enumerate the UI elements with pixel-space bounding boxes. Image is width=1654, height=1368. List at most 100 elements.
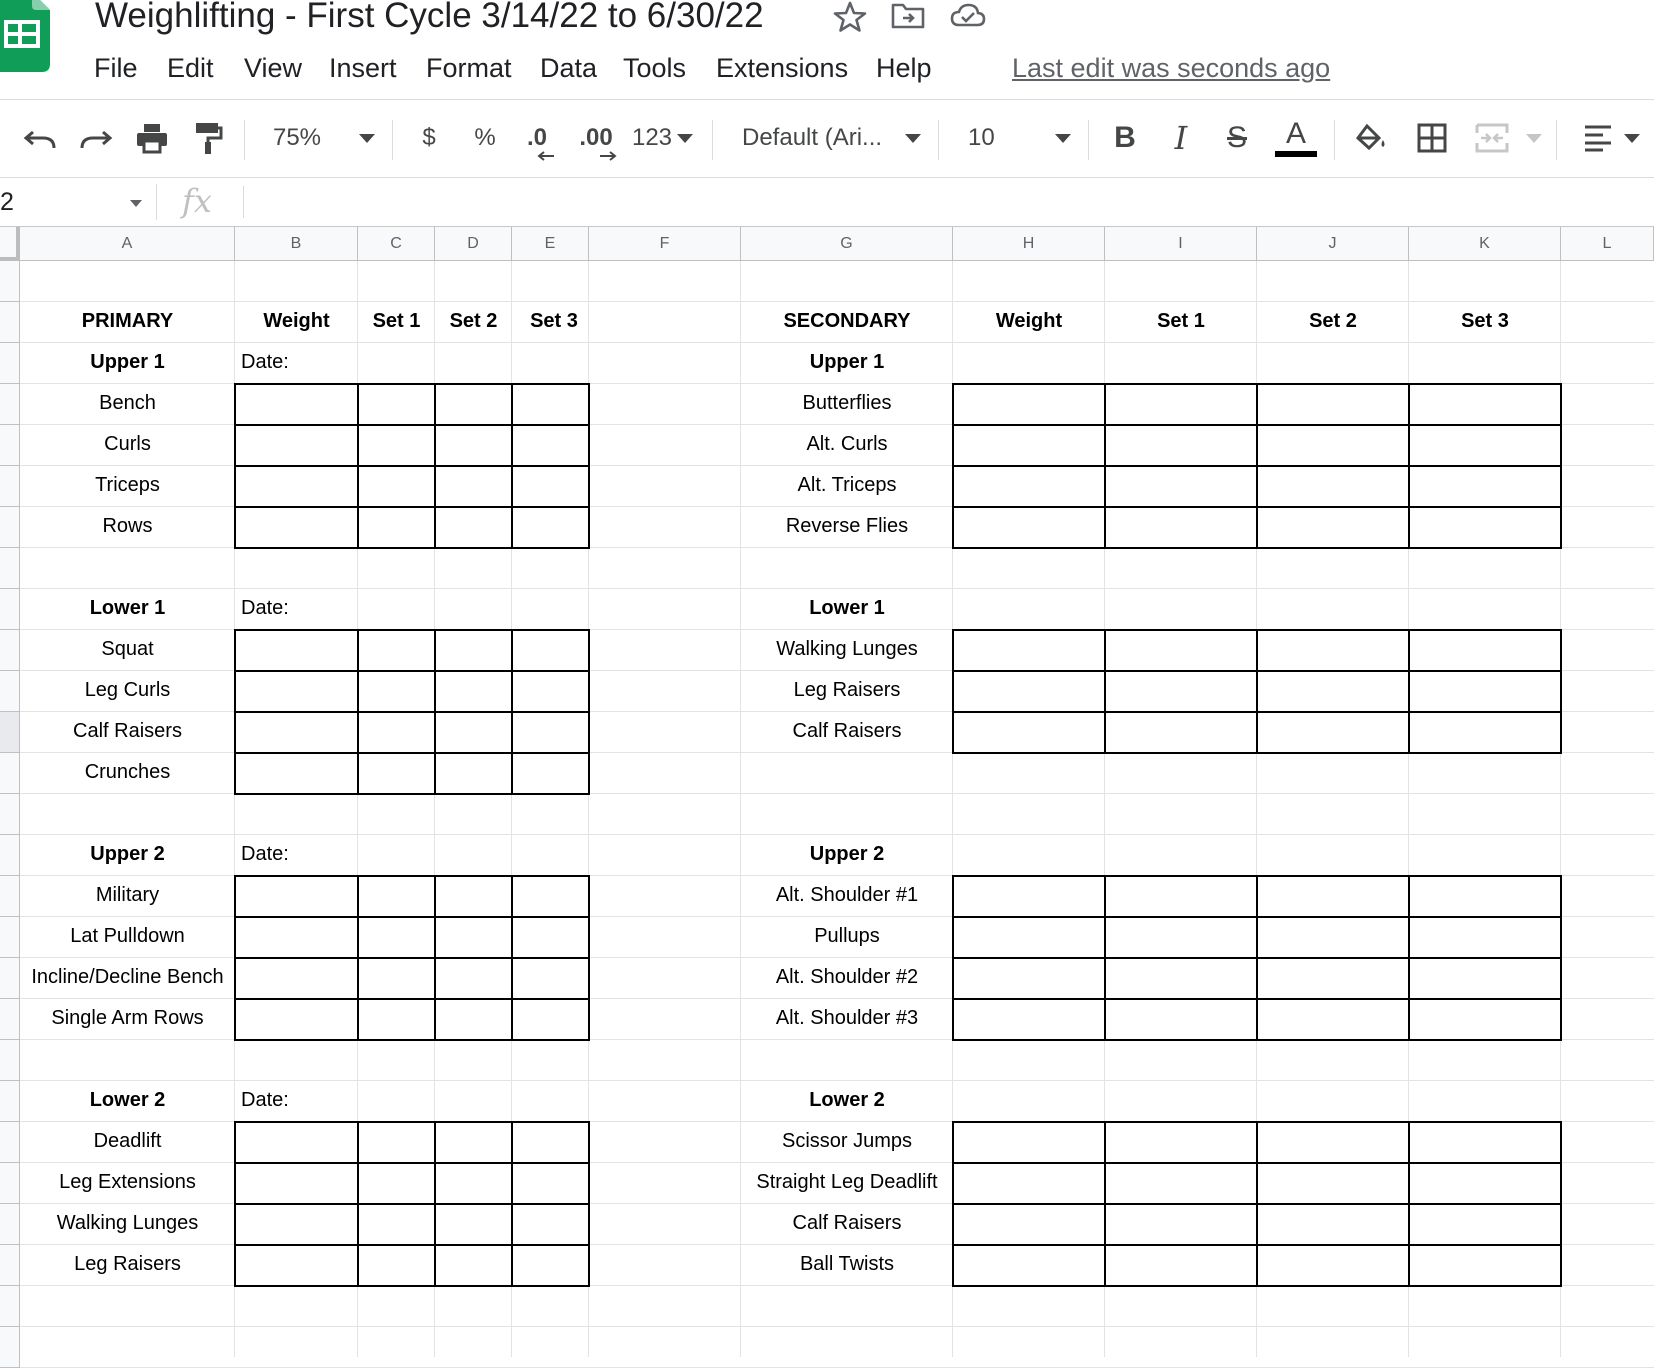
row-header[interactable]	[0, 671, 20, 712]
column-header-k[interactable]: K	[1409, 227, 1561, 261]
move-to-folder-icon[interactable]	[890, 0, 926, 32]
zoom-dropdown-icon[interactable]	[352, 114, 382, 162]
exercise-cell[interactable]: Curls	[20, 432, 235, 456]
row-header[interactable]	[0, 999, 20, 1040]
row-header[interactable]	[0, 384, 20, 425]
exercise-cell[interactable]: Leg Raisers	[20, 1252, 235, 1276]
exercise-cell[interactable]: Scissor Jumps	[741, 1129, 953, 1153]
row-header[interactable]	[0, 876, 20, 917]
row-header[interactable]	[0, 261, 20, 302]
exercise-cell[interactable]: Reverse Flies	[741, 514, 953, 538]
more-formats-button[interactable]: 123	[630, 114, 674, 162]
last-edit-link[interactable]: Last edit was seconds ago	[1012, 48, 1330, 88]
exercise-cell[interactable]: Pullups	[741, 924, 953, 948]
exercise-cell[interactable]: Leg Extensions	[20, 1170, 235, 1194]
strikethrough-button[interactable]: S	[1220, 114, 1254, 162]
exercise-cell[interactable]: Incline/Decline Bench	[20, 965, 235, 989]
star-icon[interactable]	[832, 0, 868, 32]
exercise-cell[interactable]: Calf Raisers	[741, 719, 953, 743]
name-box-dropdown-icon[interactable]	[130, 200, 142, 207]
exercise-cell[interactable]: Alt. Triceps	[741, 473, 953, 497]
exercise-cell[interactable]: Calf Raisers	[741, 1211, 953, 1235]
row-header[interactable]	[0, 1081, 20, 1122]
currency-format-button[interactable]: $	[414, 114, 444, 162]
exercise-cell[interactable]: Alt. Curls	[741, 432, 953, 456]
sheets-logo[interactable]	[0, 0, 50, 72]
row-header[interactable]	[0, 1122, 20, 1163]
undo-icon[interactable]	[20, 114, 60, 162]
row-header[interactable]	[0, 343, 20, 384]
row-header[interactable]	[0, 835, 20, 876]
exercise-cell[interactable]: Butterflies	[741, 391, 953, 415]
row-header[interactable]	[0, 1204, 20, 1245]
cloud-saved-icon[interactable]	[950, 0, 986, 32]
exercise-cell[interactable]: Walking Lunges	[741, 637, 953, 661]
exercise-cell[interactable]: Ball Twists	[741, 1252, 953, 1276]
exercise-cell[interactable]: Crunches	[20, 760, 235, 784]
exercise-cell[interactable]: Rows	[20, 514, 235, 538]
row-header[interactable]	[0, 1245, 20, 1286]
fill-color-icon[interactable]	[1352, 114, 1392, 162]
exercise-cell[interactable]: Leg Curls	[20, 678, 235, 702]
formula-input[interactable]	[250, 186, 1630, 218]
row-header[interactable]	[0, 1040, 20, 1081]
select-all-corner[interactable]	[0, 227, 20, 261]
align-dropdown-icon[interactable]	[1620, 114, 1644, 162]
exercise-cell[interactable]: Single Arm Rows	[20, 1006, 235, 1030]
menu-insert[interactable]: Insert	[317, 48, 409, 88]
paint-format-icon[interactable]	[188, 114, 228, 162]
row-header[interactable]	[0, 753, 20, 794]
font-size-dropdown-icon[interactable]	[1048, 114, 1078, 162]
font-family-select[interactable]: Default (Ari...	[742, 114, 892, 162]
exercise-cell[interactable]: Calf Raisers	[20, 719, 235, 743]
more-formats-dropdown-icon[interactable]	[674, 114, 696, 162]
exercise-cell[interactable]: Alt. Shoulder #2	[741, 965, 953, 989]
menu-data[interactable]: Data	[528, 48, 609, 88]
exercise-cell[interactable]: Triceps	[20, 473, 235, 497]
row-header[interactable]	[0, 507, 20, 548]
font-size-select[interactable]: 10	[968, 114, 1008, 162]
row-header[interactable]	[0, 958, 20, 999]
exercise-cell[interactable]: Straight Leg Deadlift	[741, 1170, 953, 1194]
row-header[interactable]	[0, 548, 20, 589]
menu-file[interactable]: File	[82, 48, 150, 88]
column-header-e[interactable]: E	[512, 227, 589, 261]
row-header[interactable]	[0, 712, 20, 753]
column-header-h[interactable]: H	[953, 227, 1105, 261]
text-color-button[interactable]: A	[1274, 114, 1318, 162]
exercise-cell[interactable]: Lat Pulldown	[20, 924, 235, 948]
column-header-c[interactable]: C	[358, 227, 435, 261]
exercise-cell[interactable]: Military	[20, 883, 235, 907]
merge-cells-icon[interactable]	[1472, 114, 1512, 162]
column-header-g[interactable]: G	[741, 227, 953, 261]
exercise-cell[interactable]: Alt. Shoulder #3	[741, 1006, 953, 1030]
exercise-cell[interactable]: Leg Raisers	[741, 678, 953, 702]
row-header[interactable]	[0, 1286, 20, 1327]
document-title[interactable]: Weighlifting - First Cycle 3/14/22 to 6/…	[95, 0, 764, 38]
name-box[interactable]: 2	[0, 186, 14, 218]
row-header[interactable]	[0, 466, 20, 507]
zoom-value[interactable]: 75%	[262, 114, 332, 162]
row-header[interactable]	[0, 1163, 20, 1204]
row-header[interactable]	[0, 425, 20, 466]
row-header[interactable]	[0, 630, 20, 671]
column-header-b[interactable]: B	[235, 227, 358, 261]
percent-format-button[interactable]: %	[470, 114, 500, 162]
row-header[interactable]	[0, 794, 20, 835]
merge-dropdown-icon[interactable]	[1522, 114, 1546, 162]
column-header-j[interactable]: J	[1257, 227, 1409, 261]
borders-icon[interactable]	[1412, 114, 1452, 162]
row-header[interactable]	[0, 917, 20, 958]
exercise-cell[interactable]: Alt. Shoulder #1	[741, 883, 953, 907]
exercise-cell[interactable]: Squat	[20, 637, 235, 661]
menu-view[interactable]: View	[232, 48, 314, 88]
menu-tools[interactable]: Tools	[611, 48, 698, 88]
menu-format[interactable]: Format	[414, 48, 524, 88]
align-left-icon[interactable]	[1580, 114, 1616, 162]
exercise-cell[interactable]: Bench	[20, 391, 235, 415]
column-header-d[interactable]: D	[435, 227, 512, 261]
row-header[interactable]	[0, 1327, 20, 1368]
column-header-a[interactable]: A	[20, 227, 235, 261]
row-header[interactable]	[0, 589, 20, 630]
row-header[interactable]	[0, 302, 20, 343]
